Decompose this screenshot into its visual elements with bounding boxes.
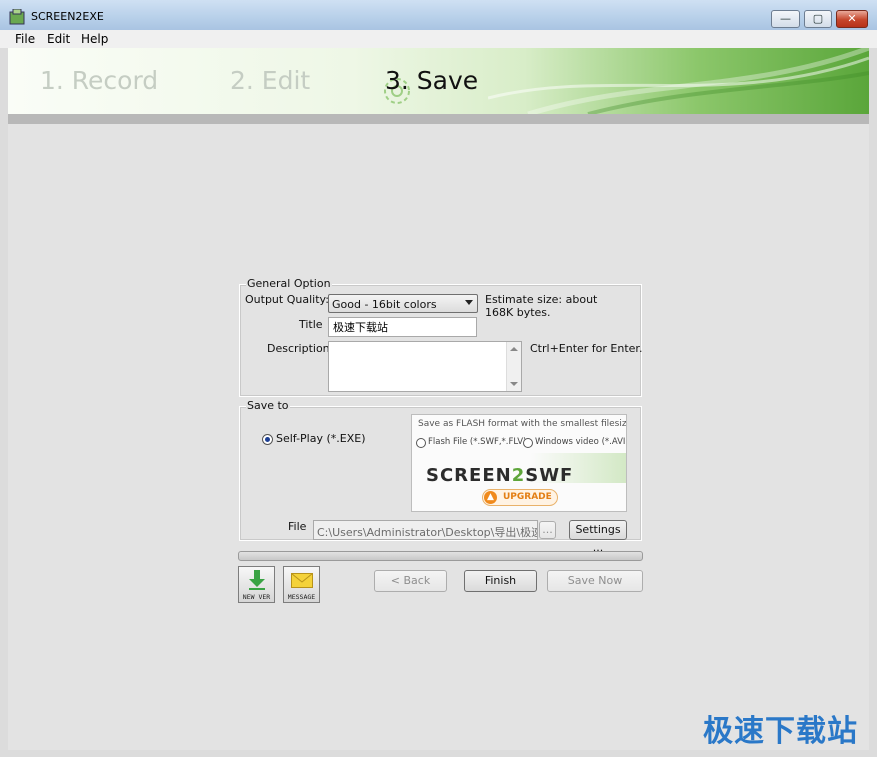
flash-file-label[interactable]: Flash File (*.SWF,*.FLV) (428, 437, 526, 447)
app-window: SCREEN2EXE — ▢ ✕ File Edit Help 1. Recor… (0, 0, 877, 757)
menu-bar: File Edit Help (0, 30, 877, 48)
close-button[interactable]: ✕ (836, 10, 868, 28)
step-record: 1. Record (40, 66, 159, 95)
screen2swf-logo: SCREEN2SWF (426, 465, 574, 486)
download-arrow-icon (249, 570, 265, 590)
menu-help[interactable]: Help (81, 32, 108, 46)
upgrade-button[interactable]: ▲ UPGRADE (482, 489, 558, 506)
main-content: General Option Output Quality: Good - 16… (8, 124, 869, 750)
description-textarea[interactable] (328, 341, 522, 392)
upgrade-label: UPGRADE (503, 492, 552, 502)
description-scrollbar[interactable] (506, 342, 521, 391)
title-bar[interactable]: SCREEN2EXE — ▢ ✕ (0, 0, 877, 31)
general-option-legend: General Option (246, 277, 332, 290)
maximize-button[interactable]: ▢ (804, 10, 832, 28)
ad-headline: Save as FLASH format with the smallest f… (418, 419, 627, 429)
message-caption: MESSAGE (287, 593, 316, 601)
description-hint: Ctrl+Enter for Enter. (530, 342, 643, 355)
watermark-logo: 极速下载站 (703, 714, 858, 749)
scroll-down-icon[interactable] (510, 382, 518, 386)
arrow-up-icon: ▲ (484, 491, 497, 504)
estimate-size: Estimate size: about 168K bytes. (485, 293, 598, 319)
chevron-down-icon (465, 300, 473, 305)
self-play-label[interactable]: Self-Play (*.EXE) (276, 432, 366, 445)
envelope-icon (291, 573, 313, 588)
menu-edit[interactable]: Edit (47, 32, 70, 46)
self-play-radio[interactable] (262, 434, 273, 445)
banner-decoration (488, 48, 869, 114)
title-label: Title (299, 318, 323, 331)
banner-divider (8, 114, 869, 124)
quality-label: Output Quality: (245, 293, 329, 306)
file-path-input[interactable]: C:\Users\Administrator\Desktop\导出\极速下 (313, 520, 538, 540)
quality-select[interactable]: Good - 16bit colors (328, 294, 478, 313)
message-button[interactable]: MESSAGE (283, 566, 320, 603)
app-icon (9, 9, 25, 25)
step-save: 3. Save (385, 66, 479, 95)
browse-button[interactable]: ... (539, 521, 556, 539)
wizard-banner: 1. Record 2. Edit 3. Save (8, 48, 869, 114)
new-version-caption: NEW VER (242, 593, 271, 601)
finish-button[interactable]: Finish (464, 570, 537, 592)
flash-file-radio[interactable] (416, 438, 426, 448)
save-now-button[interactable]: Save Now (547, 570, 643, 592)
scroll-up-icon[interactable] (510, 347, 518, 351)
save-to-legend: Save to (246, 399, 290, 412)
quality-select-value: Good - 16bit colors (332, 298, 437, 311)
save-progress-bar (238, 551, 643, 561)
step-edit: 2. Edit (230, 66, 311, 95)
settings-button[interactable]: Settings ... (569, 520, 627, 554)
windows-video-radio[interactable] (523, 438, 533, 448)
menu-file[interactable]: File (15, 32, 35, 46)
windows-video-label[interactable]: Windows video (*.AVI) (535, 437, 626, 447)
title-input[interactable] (328, 317, 477, 337)
window-title: SCREEN2EXE (31, 10, 104, 23)
back-button[interactable]: < Back (374, 570, 447, 592)
file-label: File (288, 520, 307, 533)
minimize-button[interactable]: — (771, 10, 800, 28)
new-version-button[interactable]: NEW VER (238, 566, 275, 603)
description-label: Description (267, 342, 330, 355)
screen2swf-ad[interactable]: Save as FLASH format with the smallest f… (411, 414, 627, 512)
